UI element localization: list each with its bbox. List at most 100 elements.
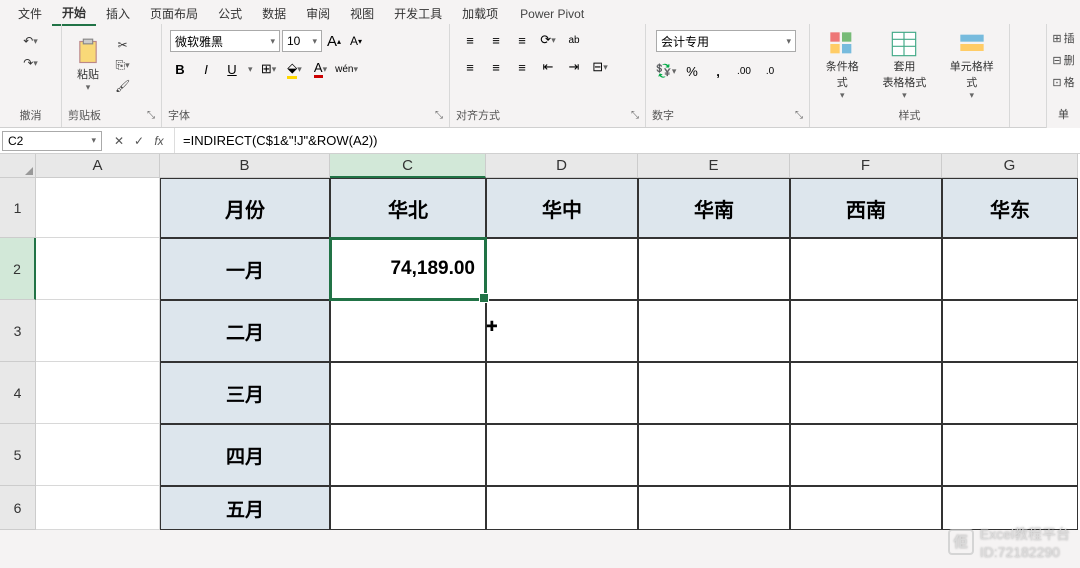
align-center-button[interactable]: ≡ (486, 57, 506, 77)
cell-styles-button[interactable]: 单元格样式▾ (940, 26, 1003, 105)
cell-E2[interactable] (638, 238, 790, 300)
cell-F1[interactable]: 西南 (790, 178, 942, 238)
font-color-button[interactable]: A▾ (311, 59, 331, 79)
menu-addin[interactable]: 加载项 (452, 2, 508, 25)
redo-button[interactable]: ↷ ▾ (19, 54, 42, 72)
undo-button[interactable]: ↶ ▾ (19, 32, 42, 50)
row-header-5[interactable]: 5 (0, 424, 36, 486)
col-header-E[interactable]: E (638, 154, 790, 178)
merge-button[interactable]: ⊟▾ (590, 57, 610, 77)
cell-D1[interactable]: 华中 (486, 178, 638, 238)
cell-A5[interactable] (36, 424, 160, 486)
font-size-select[interactable]: 10▾ (282, 30, 322, 52)
delete-cells-button[interactable]: ⊟ 删 (1052, 52, 1074, 68)
indent-inc-button[interactable]: ⇥ (564, 57, 584, 77)
cell-C5[interactable] (330, 424, 486, 486)
paste-button[interactable]: 粘贴▾ (68, 34, 108, 97)
col-header-G[interactable]: G (942, 154, 1078, 178)
bold-button[interactable]: B (170, 59, 190, 79)
align-left-button[interactable]: ≡ (460, 57, 480, 77)
comma-button[interactable]: , (708, 61, 728, 81)
increase-decimal-button[interactable]: .00 (734, 61, 754, 81)
cut-button[interactable]: ✂ (114, 36, 132, 54)
cell-A6[interactable] (36, 486, 160, 530)
pinyin-button[interactable]: wén▾ (337, 59, 357, 79)
row-header-2[interactable]: 2 (0, 238, 36, 300)
row-header-4[interactable]: 4 (0, 362, 36, 424)
col-header-F[interactable]: F (790, 154, 942, 178)
font-launcher[interactable]: ⤡ (427, 110, 443, 121)
increase-font-button[interactable]: A▴ (324, 31, 344, 51)
menu-layout[interactable]: 页面布局 (140, 2, 208, 25)
cell-G2[interactable] (942, 238, 1078, 300)
menu-file[interactable]: 文件 (8, 2, 52, 25)
cell-D6[interactable] (486, 486, 638, 530)
row-header-3[interactable]: 3 (0, 300, 36, 362)
percent-button[interactable]: % (682, 61, 702, 81)
cell-B4[interactable]: 三月 (160, 362, 330, 424)
cell-F3[interactable] (790, 300, 942, 362)
format-as-table-button[interactable]: 套用 表格格式▾ (876, 26, 932, 105)
align-right-button[interactable]: ≡ (512, 57, 532, 77)
cell-B3[interactable]: 二月 (160, 300, 330, 362)
menu-view[interactable]: 视图 (340, 2, 384, 25)
menu-home[interactable]: 开始 (52, 1, 96, 26)
number-launcher[interactable]: ⤡ (787, 110, 803, 121)
cell-E6[interactable] (638, 486, 790, 530)
format-painter-button[interactable]: 🖌 (111, 77, 134, 95)
cell-E3[interactable] (638, 300, 790, 362)
cell-D2[interactable] (486, 238, 638, 300)
cancel-formula-button[interactable]: ✕ (110, 132, 128, 150)
fill-color-button[interactable]: ⬙▾ (285, 59, 305, 79)
cell-D3[interactable] (486, 300, 638, 362)
fx-button[interactable]: fx (150, 132, 168, 150)
col-header-C[interactable]: C (330, 154, 486, 178)
currency-button[interactable]: 💱▾ (656, 61, 676, 81)
menu-powerpivot[interactable]: Power Pivot (520, 7, 584, 21)
cell-E1[interactable]: 华南 (638, 178, 790, 238)
decrease-decimal-button[interactable]: .0 (760, 61, 780, 81)
insert-cells-button[interactable]: ⊞ 插 (1052, 30, 1074, 46)
orientation-button[interactable]: ⟳▾ (538, 30, 558, 50)
menu-review[interactable]: 审阅 (296, 2, 340, 25)
italic-button[interactable]: I (196, 59, 216, 79)
cell-A2[interactable] (36, 238, 160, 300)
menu-formula[interactable]: 公式 (208, 2, 252, 25)
font-name-select[interactable]: 微软雅黑▾ (170, 30, 280, 52)
cell-D5[interactable] (486, 424, 638, 486)
row-header-1[interactable]: 1 (0, 178, 36, 238)
cell-F6[interactable] (790, 486, 942, 530)
cell-F5[interactable] (790, 424, 942, 486)
cell-B2[interactable]: 一月 (160, 238, 330, 300)
name-box[interactable]: C2▾ (2, 131, 102, 151)
cell-E5[interactable] (638, 424, 790, 486)
indent-dec-button[interactable]: ⇤ (538, 57, 558, 77)
row-header-6[interactable]: 6 (0, 486, 36, 530)
cell-C6[interactable] (330, 486, 486, 530)
col-header-B[interactable]: B (160, 154, 330, 178)
cell-D4[interactable] (486, 362, 638, 424)
select-all-corner[interactable] (0, 154, 36, 178)
cell-F2[interactable] (790, 238, 942, 300)
cell-G5[interactable] (942, 424, 1078, 486)
cell-C2[interactable]: 74,189.00 (330, 238, 486, 300)
copy-button[interactable]: ⎘▾ (112, 56, 134, 75)
format-cells-button[interactable]: ⊡ 格 (1052, 74, 1074, 90)
cell-B5[interactable]: 四月 (160, 424, 330, 486)
cell-C1[interactable]: 华北 (330, 178, 486, 238)
border-button[interactable]: ⊞▾ (259, 59, 279, 79)
cell-A1[interactable] (36, 178, 160, 238)
apply-formula-button[interactable]: ✓ (130, 132, 148, 150)
decrease-font-button[interactable]: A▾ (346, 31, 366, 51)
cell-G1[interactable]: 华东 (942, 178, 1078, 238)
col-header-A[interactable]: A (36, 154, 160, 178)
cell-C3[interactable] (330, 300, 486, 362)
conditional-format-button[interactable]: 条件格式▾ (816, 26, 868, 105)
cell-E4[interactable] (638, 362, 790, 424)
cell-G3[interactable] (942, 300, 1078, 362)
wrap-text-button[interactable]: ab (564, 30, 584, 50)
align-middle-button[interactable]: ≡ (486, 30, 506, 50)
formula-input[interactable]: =INDIRECT(C$1&"!J"&ROW(A2)) (175, 128, 1080, 153)
col-header-D[interactable]: D (486, 154, 638, 178)
clipboard-launcher[interactable]: ⤡ (139, 110, 155, 121)
